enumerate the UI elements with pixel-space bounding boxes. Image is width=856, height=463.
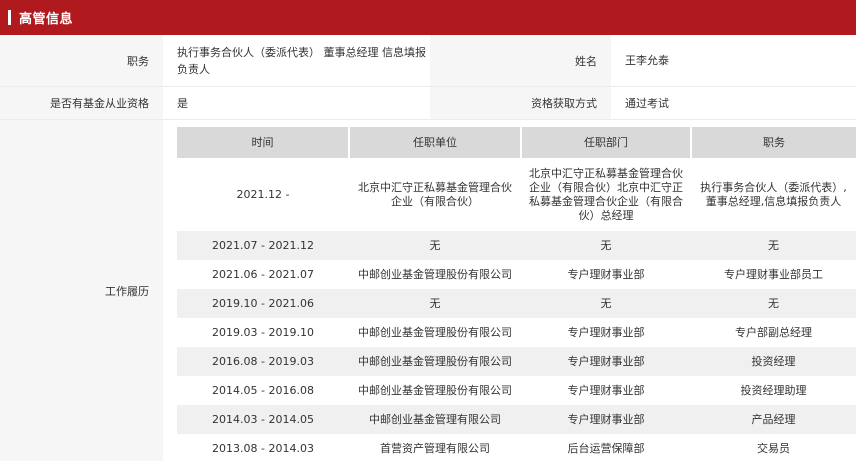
table-header-row: 时间 任职单位 任职部门 职务 — [177, 127, 856, 158]
cell-department: 无 — [521, 231, 691, 260]
column-header-time: 时间 — [177, 127, 350, 158]
column-header-position: 职务 — [691, 127, 856, 158]
table-row: 2014.03 - 2014.05 中邮创业基金管理有限公司 专户理财事业部 产… — [177, 405, 856, 434]
cell-time: 2016.08 - 2019.03 — [177, 347, 349, 376]
history-label: 工作履历 — [0, 120, 163, 461]
table-row: 2013.08 - 2014.03 首营资产管理有限公司 后台运营保障部 交易员 — [177, 434, 856, 463]
cell-employer: 无 — [349, 289, 521, 318]
cell-position: 无 — [691, 231, 856, 260]
cell-position: 产品经理 — [691, 405, 856, 434]
column-header-department: 任职部门 — [521, 127, 692, 158]
cell-department: 后台运营保障部 — [521, 434, 691, 463]
cell-time: 2013.08 - 2014.03 — [177, 434, 349, 463]
cell-department: 专户理财事业部 — [521, 260, 691, 289]
column-header-employer: 任职单位 — [349, 127, 522, 158]
position-label: 职务 — [0, 35, 163, 86]
work-history-table: 时间 任职单位 任职部门 职务 2021.12 - 北京中汇守正私募基金管理合伙… — [177, 127, 856, 463]
cell-position: 专户部副总经理 — [691, 318, 856, 347]
section-title: 高管信息 — [19, 12, 74, 27]
name-label: 姓名 — [430, 35, 611, 86]
header-accent-bar — [8, 10, 11, 25]
cell-department: 北京中汇守正私募基金管理合伙企业（有限合伙）北京中汇守正私募基金管理合伙企业（有… — [521, 158, 691, 231]
cell-employer: 中邮创业基金管理股份有限公司 — [349, 318, 521, 347]
method-label: 资格获取方式 — [430, 87, 611, 119]
qualified-value: 是 — [177, 96, 188, 110]
table-row: 2019.10 - 2021.06 无 无 无 — [177, 289, 856, 318]
table-row: 2021.07 - 2021.12 无 无 无 — [177, 231, 856, 260]
method-value: 通过考试 — [625, 96, 669, 110]
cell-position: 专户理财事业部员工 — [691, 260, 856, 289]
cell-department: 专户理财事业部 — [521, 347, 691, 376]
cell-position: 执行事务合伙人（委派代表）,董事总经理,信息填报负责人 — [691, 158, 856, 231]
cell-time: 2021.07 - 2021.12 — [177, 231, 349, 260]
section-header: 高管信息 — [0, 0, 856, 35]
cell-employer: 中邮创业基金管理股份有限公司 — [349, 260, 521, 289]
cell-time: 2014.03 - 2014.05 — [177, 405, 349, 434]
cell-time: 2019.03 - 2019.10 — [177, 318, 349, 347]
qualified-label: 是否有基金从业资格 — [0, 87, 163, 119]
name-value: 王李允泰 — [625, 54, 669, 67]
cell-time: 2014.05 - 2016.08 — [177, 376, 349, 405]
cell-department: 专户理财事业部 — [521, 376, 691, 405]
table-row: 2014.05 - 2016.08 中邮创业基金管理股份有限公司 专户理财事业部… — [177, 376, 856, 405]
cell-time: 2021.12 - — [177, 158, 349, 231]
cell-employer: 中邮创业基金管理股份有限公司 — [349, 347, 521, 376]
cell-employer: 无 — [349, 231, 521, 260]
info-row-qualification: 是否有基金从业资格 是 资格获取方式 通过考试 — [0, 87, 856, 120]
cell-position: 投资经理 — [691, 347, 856, 376]
position-value: 执行事务合伙人（委派代表） 董事总经理 信息填报负责人 — [177, 45, 426, 76]
cell-department: 专户理财事业部 — [521, 405, 691, 434]
cell-position: 交易员 — [691, 434, 856, 463]
table-row: 2021.06 - 2021.07 中邮创业基金管理股份有限公司 专户理财事业部… — [177, 260, 856, 289]
table-row: 2021.12 - 北京中汇守正私募基金管理合伙企业（有限合伙） 北京中汇守正私… — [177, 158, 856, 231]
cell-time: 2021.06 - 2021.07 — [177, 260, 349, 289]
cell-time: 2019.10 - 2021.06 — [177, 289, 349, 318]
cell-employer: 首营资产管理有限公司 — [349, 434, 521, 463]
cell-department: 专户理财事业部 — [521, 318, 691, 347]
cell-position: 投资经理助理 — [691, 376, 856, 405]
cell-position: 无 — [691, 289, 856, 318]
cell-employer: 北京中汇守正私募基金管理合伙企业（有限合伙） — [349, 158, 521, 231]
cell-employer: 中邮创业基金管理有限公司 — [349, 405, 521, 434]
cell-department: 无 — [521, 289, 691, 318]
table-row: 2019.03 - 2019.10 中邮创业基金管理股份有限公司 专户理财事业部… — [177, 318, 856, 347]
table-row: 2016.08 - 2019.03 中邮创业基金管理股份有限公司 专户理财事业部… — [177, 347, 856, 376]
cell-employer: 中邮创业基金管理股份有限公司 — [349, 376, 521, 405]
info-row-position: 职务 执行事务合伙人（委派代表） 董事总经理 信息填报负责人 姓名 王李允泰 — [0, 35, 856, 87]
